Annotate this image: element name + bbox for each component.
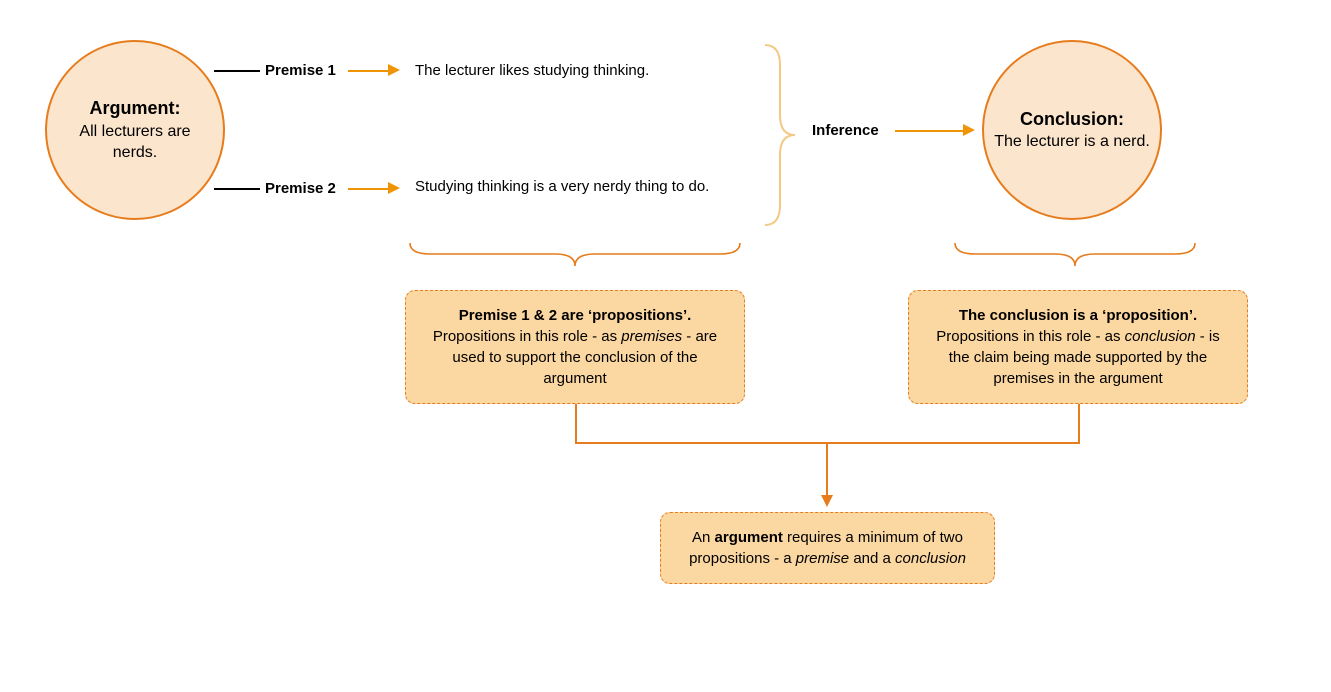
argument-body: All lecturers are nerds. [57,121,213,164]
annotation-conclusion-title: The conclusion is a ‘proposition’. [927,305,1229,326]
arrow-inference-head [963,124,975,136]
ann-conc-text-em: conclusion [1125,328,1196,345]
arrow-premise1-head [388,64,400,76]
conclusion-title: Conclusion: [1020,107,1124,131]
annotation-premises-body: Propositions in this role - as premises … [433,328,717,387]
premise1-label: Premise 1 [265,62,336,79]
arrow-premise1 [348,70,388,72]
annotation-summary-body: An argument requires a minimum of two pr… [689,529,966,567]
connector-v-to-summary [826,442,828,497]
annotation-summary: An argument requires a minimum of two pr… [660,512,995,584]
premise1-text: The lecturer likes studying thinking. [415,62,649,79]
conclusion-circle: Conclusion: The lecturer is a nerd. [982,40,1162,220]
brace-under-conclusion [950,240,1200,268]
arrow-premise2 [348,188,388,190]
arrow-inference [895,130,963,132]
annotation-conclusion: The conclusion is a ‘proposition’. Propo… [908,290,1248,404]
brace-under-premises [405,240,745,268]
ann-sum-strong: argument [715,529,783,546]
brace-premises [760,45,800,225]
argument-title: Argument: [90,96,181,120]
arrow-premise2-head [388,182,400,194]
connector-arrowhead-down [821,495,833,507]
conclusion-body: The lecturer is a nerd. [994,131,1150,153]
connector-v-from-premises [575,404,577,442]
annotation-premises: Premise 1 & 2 are ‘propositions’. Propos… [405,290,745,404]
connector-argument-premise2 [214,188,260,190]
connector-argument-premise1 [214,70,260,72]
ann-conc-text-a: Propositions in this role - as [936,328,1124,345]
ann-prem-text-a: Propositions in this role - as [433,328,621,345]
argument-circle: Argument: All lecturers are nerds. [45,40,225,220]
annotation-conclusion-body: Propositions in this role - as conclusio… [936,328,1219,387]
ann-sum-c: and a [849,550,895,567]
ann-prem-text-em: premises [621,328,682,345]
connector-v-from-conclusion [1078,404,1080,442]
premise2-label: Premise 2 [265,180,336,197]
ann-sum-em2: conclusion [895,550,966,567]
annotation-premises-title: Premise 1 & 2 are ‘propositions’. [424,305,726,326]
ann-sum-em1: premise [796,550,849,567]
premise2-text: Studying thinking is a very nerdy thing … [415,178,725,195]
inference-label: Inference [812,122,879,139]
ann-sum-a: An [692,529,715,546]
